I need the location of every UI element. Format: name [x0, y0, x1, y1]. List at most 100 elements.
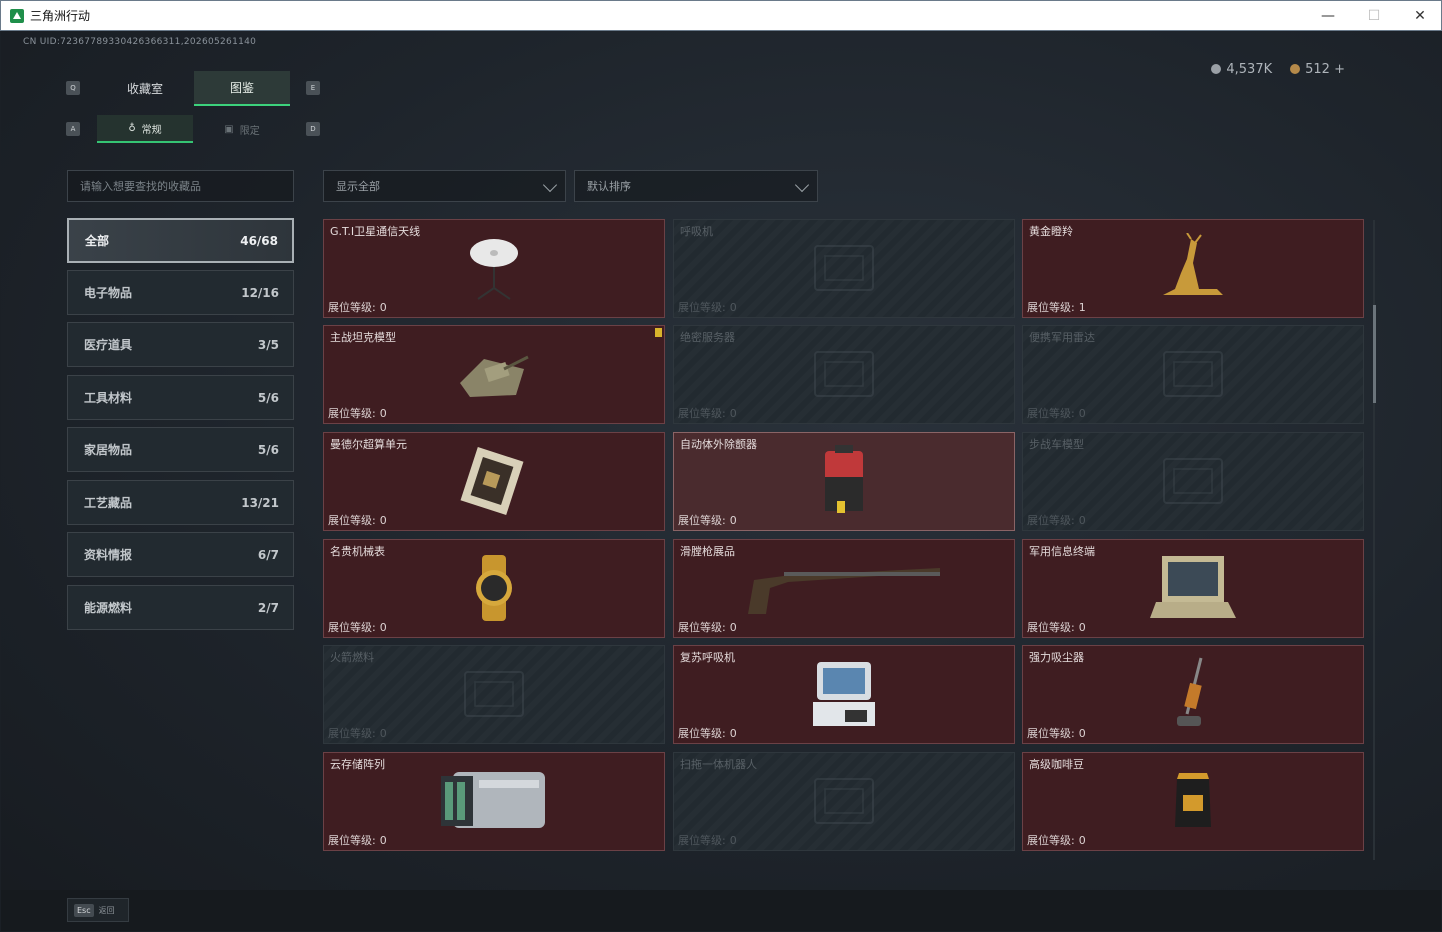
footer-bar — [1, 890, 1441, 931]
app-logo-icon — [10, 8, 24, 23]
watch-icon — [464, 553, 524, 627]
resuscitator-icon — [809, 658, 879, 734]
category-all[interactable]: 全部 46/68 — [67, 218, 294, 263]
ventilator-icon — [799, 236, 889, 304]
robot-vacuum-icon — [799, 769, 889, 837]
item-name: 滑膛枪展品 — [680, 545, 735, 558]
item-card[interactable]: 火箭燃料 展位等级: 0 — [323, 645, 665, 744]
item-name: G.T.I卫星通信天线 — [330, 225, 421, 238]
tab-collection-room[interactable]: 收藏室 — [97, 71, 193, 106]
maximize-button[interactable]: ☐ — [1351, 1, 1397, 31]
minimize-button[interactable]: — — [1305, 1, 1351, 31]
rocket-fuel-icon — [449, 662, 539, 730]
tab-codex[interactable]: 图鉴 — [194, 71, 290, 106]
sort-dropdown[interactable]: 默认排序 — [574, 170, 818, 202]
category-household[interactable]: 家居物品 5/6 — [67, 427, 294, 472]
item-level: 展位等级: 0 — [678, 727, 737, 740]
item-card[interactable]: 名贵机械表 展位等级: 0 — [323, 539, 665, 638]
back-button[interactable]: Esc 返回 — [67, 898, 129, 922]
item-card[interactable]: 黄金瞪羚 展位等级: 1 — [1022, 219, 1364, 318]
esc-key: Esc — [74, 903, 94, 917]
item-level: 展位等级: 0 — [1027, 514, 1086, 527]
item-card[interactable]: 复苏呼吸机 展位等级: 0 — [673, 645, 1015, 744]
silver-currency: 4,537K — [1211, 62, 1272, 77]
terminal-icon — [1148, 552, 1238, 628]
item-name: 主战坦克模型 — [330, 331, 396, 344]
add-currency-button[interactable]: + — [1334, 62, 1345, 77]
satellite-dish-icon — [464, 233, 524, 307]
filter-dropdown[interactable]: 显示全部 — [323, 170, 566, 202]
item-card[interactable]: 云存储阵列 展位等级: 0 — [323, 752, 665, 851]
silver-coin-icon — [1211, 64, 1222, 74]
close-button[interactable]: ✕ — [1397, 1, 1442, 31]
item-level: 展位等级: 0 — [328, 514, 387, 527]
search-input[interactable]: 请输入想要查找的收藏品 — [67, 170, 294, 202]
item-level: 展位等级: 0 — [678, 407, 737, 420]
item-card[interactable]: 曼德尔超算单元 展位等级: 0 — [323, 432, 665, 531]
item-level: 展位等级: 0 — [1027, 834, 1086, 847]
gold-coin-icon — [1290, 64, 1301, 74]
chevron-down-icon — [542, 177, 558, 193]
item-level: 展位等级: 0 — [1027, 621, 1086, 634]
gold-currency: 512 + — [1290, 62, 1345, 77]
item-level: 展位等级: 1 — [1027, 301, 1086, 314]
item-card[interactable]: 步战车模型展位等级: 0 — [1022, 432, 1364, 531]
item-level: 展位等级: 0 — [328, 834, 387, 847]
item-name: 自动体外除颤器 — [680, 438, 757, 451]
defibrillator-icon — [819, 445, 869, 521]
uid-label: CN UID:72367789330426366311,202605261140 — [23, 37, 257, 47]
item-card[interactable]: 强力吸尘器 展位等级: 0 — [1022, 645, 1364, 744]
flask-icon: ♁ — [128, 122, 136, 134]
item-level: 展位等级: 0 — [678, 514, 737, 527]
item-level: 展位等级: 0 — [328, 301, 387, 314]
item-card[interactable]: 军用信息终端 展位等级: 0 — [1022, 539, 1364, 638]
category-electronics[interactable]: 电子物品 12/16 — [67, 270, 294, 315]
window-title: 三角洲行动 — [30, 9, 91, 23]
item-level: 展位等级: 0 — [678, 834, 737, 847]
category-medical[interactable]: 医疗道具 3/5 — [67, 322, 294, 367]
item-card[interactable]: 主战坦克模型 展位等级: 0 — [323, 325, 665, 424]
item-card[interactable]: G.T.I卫星通信天线 展位等级: 0 — [323, 219, 665, 318]
item-card[interactable]: 便携军用雷达 展位等级: 0 — [1022, 325, 1364, 424]
server-icon — [799, 342, 889, 410]
item-name: 步战车模型 — [1029, 438, 1084, 451]
item-name: 火箭燃料 — [330, 651, 374, 664]
new-badge-icon — [655, 328, 662, 337]
item-card[interactable]: 呼吸机 展位等级: 0 — [673, 219, 1015, 318]
item-level: 展位等级: 0 — [1027, 407, 1086, 420]
item-name: 绝密服务器 — [680, 331, 735, 344]
item-card[interactable]: 自动体外除颤器 展位等级: 0 — [673, 432, 1015, 531]
item-card[interactable]: 高级咖啡豆展位等级: 0 — [1022, 752, 1364, 851]
item-level: 展位等级: 0 — [328, 407, 387, 420]
key-hint-a: A — [66, 122, 80, 136]
key-hint-d: D — [306, 122, 320, 136]
item-name: 强力吸尘器 — [1029, 651, 1084, 664]
golden-gazelle-icon — [1153, 232, 1233, 307]
musket-icon — [744, 558, 944, 622]
item-card[interactable]: 滑膛枪展品 展位等级: 0 — [673, 539, 1015, 638]
key-hint-q: Q — [66, 81, 80, 95]
storage-array-icon — [439, 768, 549, 838]
window-titlebar: 三角洲行动 — ☐ ✕ — [0, 0, 1442, 31]
currency-bar: 4,537K 512 + — [1211, 62, 1345, 77]
item-card[interactable]: 绝密服务器展位等级: 0 — [673, 325, 1015, 424]
subtab-limited[interactable]: ▣ 限定 — [194, 115, 290, 143]
key-hint-e: E — [306, 81, 320, 95]
category-intel[interactable]: 资料情报 6/7 — [67, 532, 294, 577]
category-crafts[interactable]: 工艺藏品 13/21 — [67, 480, 294, 525]
game-viewport: CN UID:72367789330426366311,202605261140… — [1, 31, 1441, 931]
scrollbar-thumb[interactable] — [1373, 305, 1376, 403]
subtab-regular[interactable]: ♁ 常规 — [97, 115, 193, 143]
category-tools[interactable]: 工具材料 5/6 — [67, 375, 294, 420]
coffee-bag-icon — [1171, 771, 1215, 835]
tank-model-icon — [454, 339, 534, 413]
item-card[interactable]: 扫拖一体机器人 展位等级: 0 — [673, 752, 1015, 851]
item-name: 扫拖一体机器人 — [680, 758, 757, 771]
item-name: 曼德尔超算单元 — [330, 438, 407, 451]
chevron-down-icon — [794, 177, 810, 193]
category-energy[interactable]: 能源燃料 2/7 — [67, 585, 294, 630]
item-level: 展位等级: 0 — [678, 301, 737, 314]
item-name: 高级咖啡豆 — [1029, 758, 1084, 771]
item-level: 展位等级: 0 — [328, 621, 387, 634]
item-name: 便携军用雷达 — [1029, 331, 1095, 344]
